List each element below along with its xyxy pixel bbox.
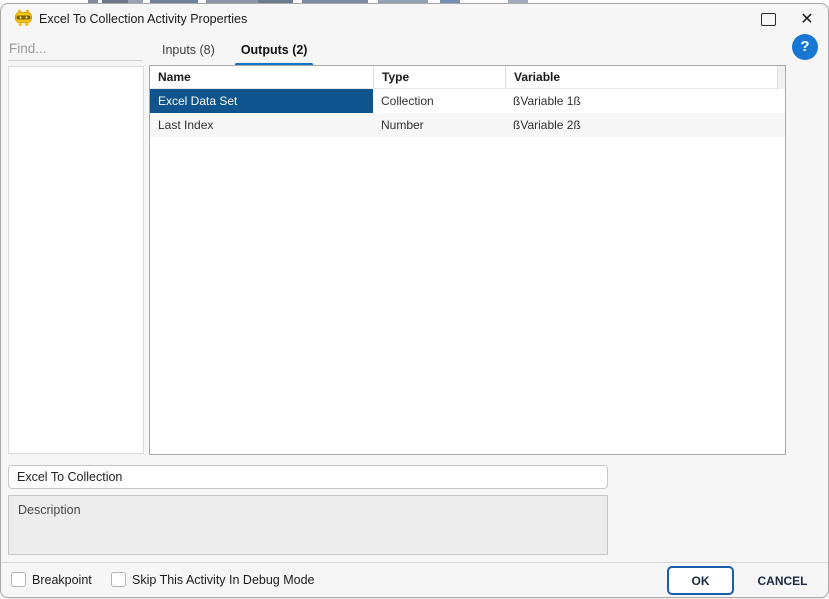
table-row[interactable]: Last Index Number ßVariable 2ß [150,113,785,137]
screen: Excel To Collection Activity Properties … [0,0,829,599]
table-header: Name Type Variable [150,66,785,89]
column-header-type[interactable]: Type [373,66,505,88]
table-row[interactable]: Excel Data Set Collection ßVariable 1ß [150,89,785,113]
scrollbar-corner [777,66,785,89]
cell-name[interactable]: Last Index [150,113,373,137]
cell-type: Number [373,113,505,137]
outputs-table: Name Type Variable Excel Data Set Collec… [149,65,786,455]
close-icon[interactable]: ✕ [796,9,818,31]
activity-name-input[interactable] [8,465,608,489]
cell-name[interactable]: Excel Data Set [150,89,373,113]
tab-inputs[interactable]: Inputs (8) [156,37,221,66]
cell-variable: ßVariable 1ß [505,89,785,113]
properties-dialog: Excel To Collection Activity Properties … [0,3,829,598]
sidebar-results-list[interactable] [8,66,144,454]
column-header-name[interactable]: Name [150,66,373,88]
cell-type: Collection [373,89,505,113]
help-button[interactable]: ? [792,34,818,60]
breakpoint-label: Breakpoint [32,573,92,587]
breakpoint-checkbox[interactable] [11,572,26,587]
find-input[interactable] [8,36,142,61]
robot-app-icon [14,9,33,27]
skip-debug-checkbox[interactable] [111,572,126,587]
ok-button[interactable]: OK [667,566,734,595]
tab-bar: Inputs (8) Outputs (2) [156,37,313,66]
tab-outputs[interactable]: Outputs (2) [235,37,314,66]
cancel-button[interactable]: CANCEL [745,566,820,595]
title-bar: Excel To Collection Activity Properties … [1,4,828,34]
maximize-icon[interactable] [761,13,776,26]
skip-debug-label: Skip This Activity In Debug Mode [132,573,315,587]
dialog-title: Excel To Collection Activity Properties [39,12,247,26]
cell-variable: ßVariable 2ß [505,113,785,137]
column-header-variable[interactable]: Variable [505,66,785,88]
description-textarea[interactable] [8,495,608,555]
footer-bar: Breakpoint Skip This Activity In Debug M… [1,563,828,597]
